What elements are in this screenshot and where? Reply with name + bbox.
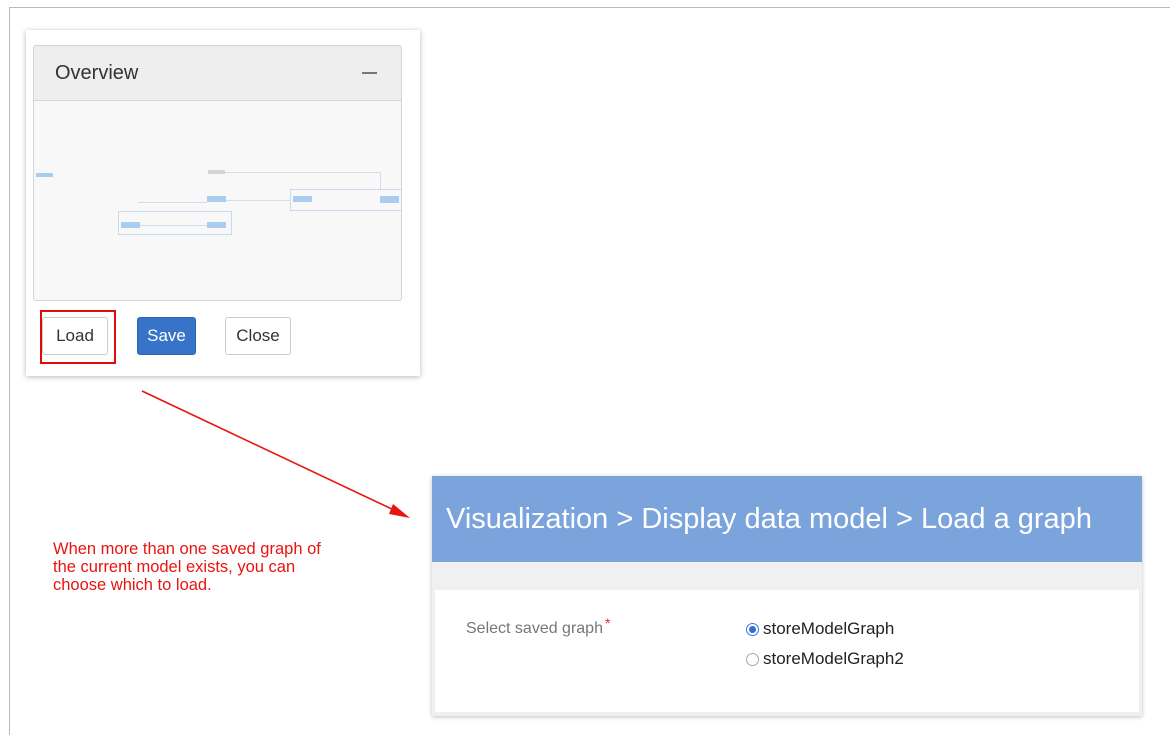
minimap-node bbox=[207, 222, 226, 228]
annotation-text: When more than one saved graph of the cu… bbox=[53, 540, 321, 594]
save-button[interactable]: Save bbox=[137, 317, 196, 355]
close-button[interactable]: Close bbox=[225, 317, 291, 355]
radio-selected-icon[interactable] bbox=[746, 622, 759, 636]
minimap-node bbox=[121, 222, 140, 228]
minimap-node bbox=[208, 170, 225, 174]
minimap-edge bbox=[140, 225, 207, 226]
radio-option-storemodelgraph2[interactable]: storeModelGraph2 bbox=[746, 649, 904, 669]
dialog-form: Select saved graph * storeModelGraph stor… bbox=[435, 590, 1139, 712]
minimap-edge bbox=[380, 172, 381, 189]
radio-label: storeModelGraph bbox=[763, 619, 895, 638]
select-saved-graph-label: Select saved graph * bbox=[466, 615, 610, 638]
minimize-icon[interactable] bbox=[362, 72, 377, 74]
minimap-edge bbox=[138, 202, 207, 203]
minimap-node bbox=[380, 196, 399, 203]
radio-option-storemodelgraph[interactable]: storeModelGraph bbox=[746, 619, 894, 639]
radio-label: storeModelGraph2 bbox=[763, 649, 904, 668]
dialog-breadcrumb: Visualization > Display data model > Loa… bbox=[432, 476, 1142, 562]
load-button-highlight bbox=[40, 310, 116, 364]
overview-panel: Overview bbox=[33, 45, 402, 301]
load-graph-dialog: Visualization > Display data model > Loa… bbox=[432, 476, 1142, 716]
field-label-text: Select saved graph bbox=[466, 620, 603, 637]
minimap-node bbox=[207, 196, 226, 202]
overview-header: Overview bbox=[34, 46, 401, 101]
minimap-edge bbox=[226, 200, 290, 201]
required-marker: * bbox=[604, 615, 611, 631]
graph-minimap[interactable] bbox=[34, 101, 401, 300]
minimap-node bbox=[36, 173, 53, 177]
radio-unselected-icon[interactable] bbox=[746, 652, 759, 666]
minimap-edge bbox=[225, 172, 380, 173]
minimap-node bbox=[293, 196, 312, 202]
overview-title: Overview bbox=[55, 61, 139, 84]
